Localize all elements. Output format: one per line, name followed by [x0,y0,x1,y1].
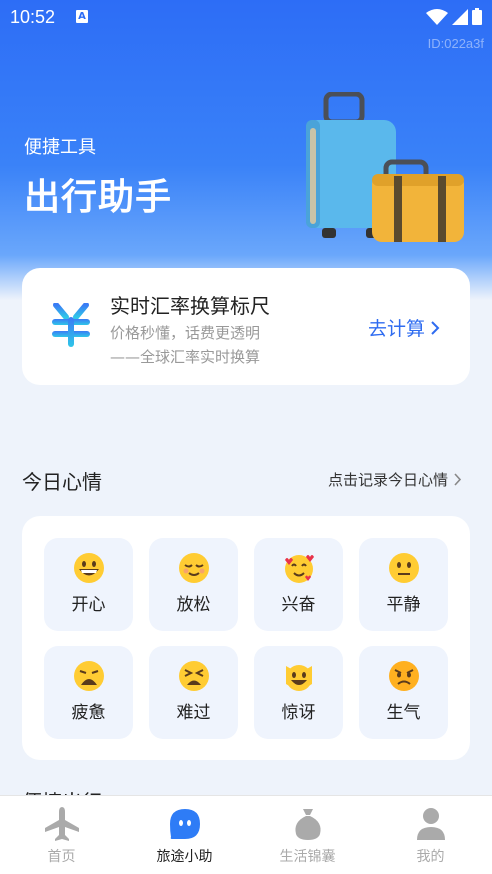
luggage-illustration [306,92,464,242]
record-mood-link-label: 点击记录今日心情 [327,471,448,489]
mood-item-excited[interactable]: 兴奋 [254,538,343,631]
bottom-tab-bar: 首页 旅途小助 生活锦囊 我的 [0,795,492,874]
rate-card-desc: 价格秒懂，话费更透明 [110,324,261,342]
signal-icon [452,8,468,25]
mood-label: 兴奋 [281,595,316,615]
tab-mine[interactable]: 我的 [369,796,492,874]
assistant-bubble-icon [169,809,200,839]
grinning-face-icon [73,553,104,583]
mood-label: 开心 [71,595,106,615]
relieved-face-icon [178,553,209,583]
tab-home[interactable]: 首页 [0,796,123,874]
mood-item-sad[interactable]: 难过 [149,646,238,739]
record-mood-link[interactable]: 点击记录今日心情 [328,469,462,490]
tab-label: 旅途小助 [156,849,213,865]
notification-icon: A [76,10,88,23]
yen-icon [52,303,90,347]
chevron-right-icon [431,320,440,335]
hero-title: 出行助手 [24,177,173,218]
mood-label: 难过 [176,703,211,723]
tab-life-tips[interactable]: 生活锦囊 [246,796,369,874]
tab-label: 生活锦囊 [279,849,336,865]
airplane-icon [44,807,79,841]
mood-item-calm[interactable]: 平静 [359,538,448,631]
calculate-button[interactable]: 去计算 [368,314,440,341]
wifi-icon [426,8,448,25]
mood-grid-card: 开心 放松 兴奋 平静 疲惫 难过 惊讶 生气 [22,516,470,760]
mood-item-angry[interactable]: 生气 [359,646,448,739]
mood-label: 生气 [386,703,421,723]
smiling-face-with-hearts-icon [284,555,314,583]
exchange-rate-card[interactable]: 实时汇率换算标尺 价格秒懂，话费更透明 ——全球汇率实时换算 去计算 [22,268,470,385]
mood-item-happy[interactable]: 开心 [44,538,133,631]
angry-face-icon [388,661,419,691]
rate-card-title: 实时汇率换算标尺 [110,294,270,318]
rate-card-subdesc: ——全球汇率实时换算 [110,348,261,366]
status-icons [426,8,482,25]
status-bar: 10:52 A [0,0,492,34]
mood-item-relaxed[interactable]: 放松 [149,538,238,631]
hero-subtitle: 便捷工具 [24,137,96,158]
mood-section-title: 今日心情 [22,470,102,494]
mood-label: 疲惫 [71,703,106,723]
tired-face-icon [178,661,209,691]
tab-label: 我的 [416,849,445,865]
battery-icon [472,8,482,25]
tab-travel-assistant[interactable]: 旅途小助 [123,796,246,874]
status-time: 10:52 [10,7,56,27]
mood-label: 平静 [386,595,421,615]
money-bag-icon [294,809,321,840]
neutral-face-icon [388,553,419,583]
mood-label: 放松 [176,595,211,615]
mood-item-tired[interactable]: 疲惫 [44,646,133,739]
grinning-cat-icon [285,665,312,691]
user-icon [416,808,445,840]
mood-item-surprised[interactable]: 惊讶 [254,646,343,739]
mood-label: 惊讶 [281,703,316,723]
weary-face-icon [73,661,104,691]
device-id-label: ID:022a3f [427,36,484,51]
calculate-button-label: 去计算 [367,318,425,340]
chevron-right-icon [454,473,462,486]
tab-label: 首页 [47,849,76,865]
